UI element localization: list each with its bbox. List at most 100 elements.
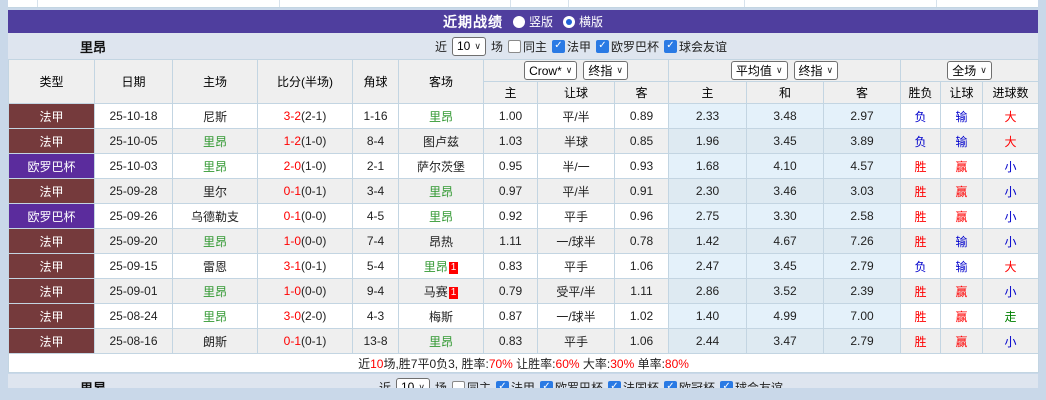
league-cell: 法甲 xyxy=(8,178,95,204)
league-cell: 法甲 xyxy=(8,253,95,279)
handicap-result-cell: 赢 xyxy=(940,328,984,354)
odds-home-cell: 0.92 xyxy=(483,203,538,229)
odds-away-cell: 1.06 xyxy=(613,253,670,279)
average-period-select[interactable]: 终指 ∨ xyxy=(793,61,839,80)
date-cell: 25-09-15 xyxy=(94,253,173,279)
odds-handicap-cell: 平手 xyxy=(537,328,615,354)
date-cell: 25-08-24 xyxy=(94,303,173,329)
odds-home-cell: 1.11 xyxy=(483,228,538,254)
filter-row: 里昂 近 10 ∨ 场 同主 ✓ 法甲 ✓ 欧罗巴杯 ✓ 球会友谊 xyxy=(8,33,1038,59)
odds-handicap-cell: 半球 xyxy=(537,128,615,154)
league-cell: 法甲 xyxy=(8,328,95,354)
avg-away-cell: 2.79 xyxy=(823,328,902,354)
odds-away-cell: 0.91 xyxy=(613,178,670,204)
avg-home-cell: 2.47 xyxy=(668,253,748,279)
away-team-cell: 里昂 xyxy=(398,328,484,354)
col-avg-home: 主 xyxy=(668,81,748,104)
check-icon: ✓ xyxy=(610,381,619,389)
table-row: 法甲 25-08-24 里昂 3-0(2-0) 4-3 梅斯 0.87 一/球半 1.02 1.4… xyxy=(8,303,1040,329)
chevron-down-icon: ∨ xyxy=(775,65,783,75)
summary-text: 近10场,胜7平0负3, 胜率:70% 让胜率:60% 大率:30% 单率:80… xyxy=(7,353,1040,373)
score-cell: 2-0(1-0) xyxy=(257,153,353,179)
table-row: 法甲 25-09-28 里尔 0-1(0-1) 3-4 里昂 0.97 平/半 0.91 2.30… xyxy=(8,178,1040,204)
result-cell: 胜 xyxy=(900,203,942,229)
odds-away-cell: 0.85 xyxy=(613,128,670,154)
avg-away-cell: 7.00 xyxy=(823,303,902,329)
corner-cell: 3-4 xyxy=(352,178,399,204)
corner-cell: 5-4 xyxy=(352,253,399,279)
same-host-checkbox[interactable]: 同主 xyxy=(451,379,491,388)
comp-checkbox[interactable]: ✓ 欧冠杯 xyxy=(664,379,715,389)
goals-result-cell: 大 xyxy=(982,253,1040,279)
avg-away-cell: 3.89 xyxy=(823,128,902,154)
home-team-cell: 雷恩 xyxy=(172,253,258,279)
avg-draw-cell: 3.30 xyxy=(746,203,825,229)
check-icon: ✓ xyxy=(554,40,563,51)
average-group-header: 平均值 ∨ 终指 ∨ xyxy=(668,59,902,82)
odds-handicap-cell: 一/球半 xyxy=(537,228,615,254)
comp-checkbox[interactable]: ✓ 欧罗巴杯 xyxy=(539,379,603,389)
odds-handicap-cell: 平/半 xyxy=(537,103,615,129)
date-cell: 25-09-20 xyxy=(94,228,173,254)
date-cell: 25-10-05 xyxy=(94,128,173,154)
radio-selected-icon xyxy=(563,15,575,28)
odds-period-select[interactable]: 终指 ∨ xyxy=(583,61,628,80)
avg-draw-cell: 3.45 xyxy=(746,128,825,154)
scope-select[interactable]: 全场 ∨ xyxy=(947,61,992,80)
layout-horizontal-radio[interactable]: 横版 xyxy=(563,13,603,30)
avg-home-cell: 2.30 xyxy=(668,178,748,204)
comp-checkbox-ligue1[interactable]: ✓ 法甲 xyxy=(551,38,591,55)
league-cell: 法甲 xyxy=(8,103,95,129)
col-odds-away: 客 xyxy=(613,81,670,104)
comp-checkbox[interactable]: ✓ 法国杯 xyxy=(607,379,659,389)
goals-result-cell: 小 xyxy=(982,203,1040,229)
table-row: 法甲 25-10-05 里昂 1-2(1-0) 8-4 图卢兹 1.03 半球 0.85 1.96… xyxy=(8,128,1040,154)
score-cell: 3-2(2-1) xyxy=(257,103,353,129)
avg-away-cell: 2.58 xyxy=(823,203,902,229)
bookmaker-select[interactable]: Crow* ∨ xyxy=(524,61,578,80)
odds-handicap-cell: 受平/半 xyxy=(537,278,615,304)
col-type: 类型 xyxy=(8,59,95,104)
table-row: 法甲 25-09-15 雷恩 3-1(0-1) 5-4 里昂 1 0.83 平手 1.06 2.47… xyxy=(8,253,1040,279)
odds-home-cell: 0.87 xyxy=(483,303,538,329)
layout-vertical-radio[interactable]: 竖版 xyxy=(512,13,553,30)
summary-row: 近10场,胜7平0负3, 胜率:70% 让胜率:60% 大率:30% 单率:80… xyxy=(7,353,1040,373)
matches-unit-label: 场 xyxy=(490,39,503,54)
odds-home-cell: 0.83 xyxy=(483,328,538,354)
chevron-down-icon: ∨ xyxy=(616,65,623,75)
average-select[interactable]: 平均值 ∨ xyxy=(730,61,788,80)
odds-away-cell: 0.78 xyxy=(613,228,670,254)
result-cell: 胜 xyxy=(900,153,942,179)
result-group-header: 全场 ∨ xyxy=(900,59,1040,82)
result-cell: 负 xyxy=(900,128,942,154)
recent-results-table: 类型 日期 主场 比分(半场) 角球 客场 Crow* ∨ 终指 ∨ 平均值 ∨… xyxy=(7,59,1040,373)
goals-result-cell: 小 xyxy=(982,278,1040,304)
comp-checkbox[interactable]: ✓ 球会友谊 xyxy=(720,379,783,388)
same-host-checkbox[interactable]: 同主 xyxy=(507,38,547,55)
avg-away-cell: 2.79 xyxy=(823,253,902,279)
check-icon: ✓ xyxy=(666,40,675,51)
odds-away-cell: 1.06 xyxy=(613,328,670,354)
col-away: 客场 xyxy=(398,59,484,104)
avg-away-cell: 2.97 xyxy=(823,103,902,129)
goals-result-cell: 小 xyxy=(982,328,1040,354)
match-count-select[interactable]: 10 ∨ xyxy=(451,36,486,56)
comp-checkbox-friendly[interactable]: ✓ 球会友谊 xyxy=(664,38,727,55)
check-icon: ✓ xyxy=(542,381,551,389)
check-icon: ✓ xyxy=(666,381,675,389)
avg-away-cell: 4.57 xyxy=(823,153,902,179)
col-odds-home: 主 xyxy=(483,81,538,104)
comp-checkbox-europa[interactable]: ✓ 欧罗巴杯 xyxy=(595,38,659,55)
score-cell: 1-0(0-0) xyxy=(257,228,353,254)
away-team-cell: 马赛 1 xyxy=(398,278,484,304)
odds-home-cell: 0.79 xyxy=(483,278,538,304)
league-cell: 欧罗巴杯 xyxy=(8,153,95,179)
result-cell: 胜 xyxy=(900,278,942,304)
goals-result-cell: 小 xyxy=(982,153,1040,179)
match-count-select[interactable]: 10 ∨ xyxy=(395,377,430,388)
header-row-top: 类型 日期 主场 比分(半场) 角球 客场 Crow* ∨ 终指 ∨ 平均值 ∨… xyxy=(8,59,1040,104)
away-team-cell: 里昂 xyxy=(398,178,484,204)
section-title-bar: 近期战绩 竖版 横版 xyxy=(8,10,1038,33)
comp-checkbox[interactable]: ✓ 法甲 xyxy=(495,379,535,388)
col-avg-draw: 和 xyxy=(746,81,825,104)
